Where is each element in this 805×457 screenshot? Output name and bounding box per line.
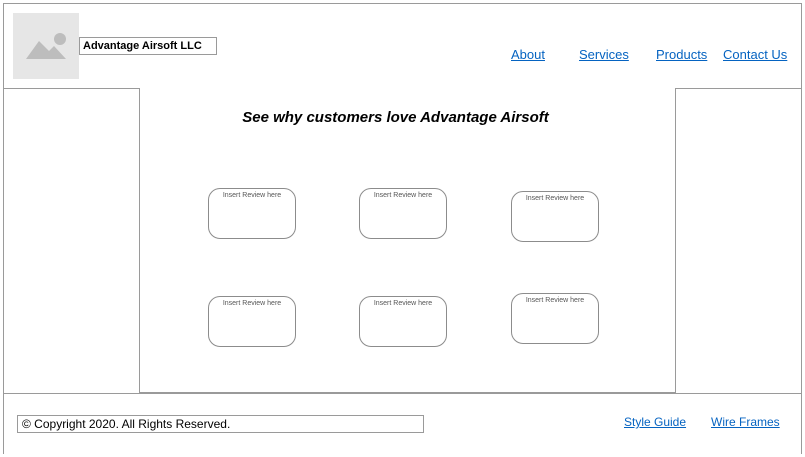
review-card: Insert Review here <box>208 296 296 347</box>
footer-link-wire-frames[interactable]: Wire Frames <box>711 415 780 429</box>
nav-contact-us[interactable]: Contact Us <box>723 48 787 62</box>
image-placeholder-icon <box>26 33 66 59</box>
logo-placeholder <box>13 13 79 79</box>
review-card: Insert Review here <box>359 188 447 239</box>
review-card: Insert Review here <box>359 296 447 347</box>
copyright-text: © Copyright 2020. All Rights Reserved. <box>17 415 424 433</box>
review-card: Insert Review here <box>208 188 296 239</box>
nav-services[interactable]: Services <box>579 48 629 62</box>
review-card: Insert Review here <box>511 191 599 242</box>
main-content <box>139 88 676 393</box>
page-headline: See why customers love Advantage Airsoft <box>242 109 549 126</box>
nav-products[interactable]: Products <box>656 48 707 62</box>
footer-link-style-guide[interactable]: Style Guide <box>624 415 686 429</box>
review-card: Insert Review here <box>511 293 599 344</box>
company-name: Advantage Airsoft LLC <box>79 37 217 55</box>
nav-about[interactable]: About <box>511 48 545 62</box>
